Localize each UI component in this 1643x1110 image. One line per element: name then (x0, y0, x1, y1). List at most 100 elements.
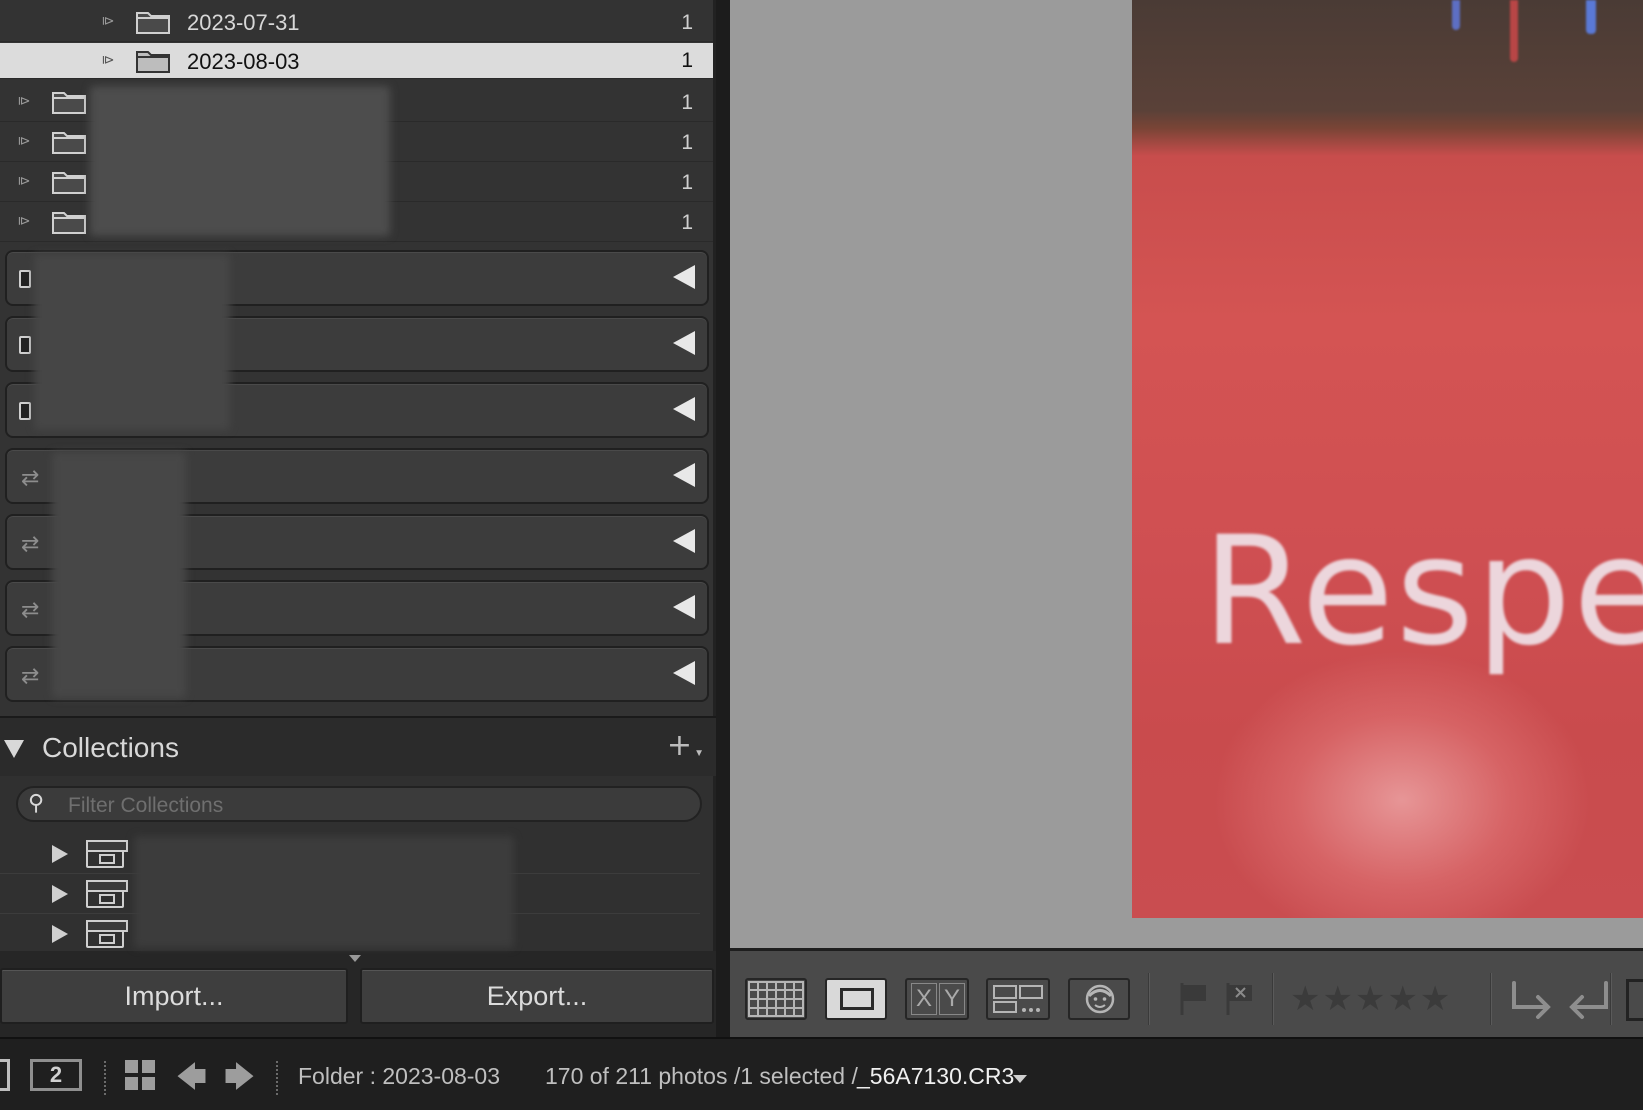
survey-view-button[interactable] (986, 978, 1050, 1020)
filter-collections-box[interactable]: ⚲ (16, 786, 702, 822)
face-icon (1085, 984, 1115, 1014)
photo-count-label: 170 of 211 photos /1 selected / (545, 1063, 858, 1089)
chevron-down-icon: ▼ (694, 748, 704, 759)
expand-triangle-icon[interactable] (52, 925, 68, 943)
folders-panel: ⧐ 2023-07-31 1 ⧐ 2023-08-03 1 ⧐ 1 ⧐ 1 ⧐ … (0, 0, 716, 716)
grid-view-button[interactable] (745, 978, 807, 1020)
folder-name: 2023-08-03 (187, 49, 300, 74)
collection-set-icon (86, 920, 128, 948)
folder-icon (52, 92, 86, 114)
collection-set-icon (86, 840, 128, 868)
compare-view-button[interactable]: X Y (905, 978, 969, 1020)
collapse-arrow-icon[interactable] (673, 529, 695, 553)
export-button[interactable]: Export... (360, 968, 714, 1024)
redacted-area (34, 254, 230, 430)
grid-icon (748, 981, 804, 1017)
photo-preview[interactable]: Respec (1132, 0, 1643, 918)
collections-header[interactable]: Collections + ▼ (0, 716, 716, 776)
photo-detail (1510, 0, 1518, 62)
folder-icon (52, 212, 86, 234)
source-folder-label[interactable]: Folder : 2023-08-03 (298, 1063, 500, 1090)
people-view-button[interactable] (1068, 978, 1130, 1020)
photo-sign-text: Respec (1202, 505, 1643, 679)
arrow-left-icon[interactable]: 🡄 (176, 1055, 207, 1106)
collections-title: Collections (42, 732, 179, 763)
folder-row-2023-07-31[interactable]: ⧐ 2023-07-31 1 (0, 2, 713, 42)
disclosure-icon[interactable]: ⧐ (16, 94, 32, 110)
collapse-arrow-icon[interactable] (673, 331, 695, 355)
survey-icon (993, 985, 1043, 1013)
loupe-icon (840, 988, 874, 1010)
folder-icon (52, 172, 86, 194)
collapse-arrow-icon[interactable] (673, 595, 695, 619)
star-rating-icon[interactable]: ★★★★★ (1290, 979, 1452, 1019)
primary-display-icon[interactable] (0, 1059, 10, 1091)
collapse-triangle-icon[interactable] (4, 740, 24, 758)
loupe-view: Respec (730, 0, 1643, 948)
collapse-arrow-icon[interactable] (673, 265, 695, 289)
photo-detail (1586, 0, 1596, 34)
arrow-right-icon[interactable]: 🡆 (224, 1055, 255, 1106)
sync-icon: ⇄ (21, 598, 40, 623)
panel-resize-caret-icon[interactable] (349, 955, 361, 962)
add-collection-button[interactable]: + (667, 728, 692, 763)
folder-count: 1 (681, 11, 693, 34)
folder-count: 1 (681, 171, 693, 194)
folder-icon (136, 51, 170, 73)
rotate-left-icon[interactable] (1566, 979, 1612, 1021)
collapse-arrow-icon[interactable] (673, 463, 695, 487)
view-toolbar: X Y ★★★★★ (730, 948, 1643, 1037)
photo-detail (1452, 0, 1460, 30)
folder-row-2023-08-03[interactable]: ⧐ 2023-08-03 1 (0, 43, 713, 79)
flag-pick-icon[interactable] (1178, 981, 1210, 1017)
import-button[interactable]: Import... (0, 968, 348, 1024)
collapse-arrow-icon[interactable] (673, 397, 695, 421)
toolbar-separator (276, 1061, 278, 1095)
filmstrip-bar: 2 🡄 🡆 Folder : 2023-08-03 170 of 211 pho… (0, 1037, 1643, 1110)
collection-set-icon (86, 880, 128, 908)
flag-reject-icon[interactable] (1224, 981, 1256, 1017)
filter-collections-input[interactable] (68, 793, 668, 819)
disclosure-icon[interactable]: ⧐ (16, 174, 32, 190)
compare-x-label: X (911, 983, 937, 1015)
redacted-area (134, 836, 514, 948)
sync-icon: ⇄ (21, 664, 40, 689)
crop-icon[interactable] (1626, 979, 1643, 1021)
compare-y-label: Y (939, 983, 965, 1015)
drive-icon (19, 402, 31, 420)
disclosure-icon[interactable]: ⧐ (100, 53, 116, 69)
loupe-view-button[interactable] (825, 978, 887, 1020)
sync-icon: ⇄ (21, 532, 40, 557)
folder-name: 2023-07-31 (187, 10, 300, 35)
toolbar-separator (1610, 973, 1612, 1025)
folder-count: 1 (681, 49, 693, 72)
expand-triangle-icon[interactable] (52, 845, 68, 863)
photo-highlight (1212, 650, 1592, 918)
disclosure-icon[interactable]: ⧐ (100, 14, 116, 30)
search-icon[interactable]: ⚲ (28, 791, 44, 816)
sync-icon: ⇄ (21, 466, 40, 491)
toolbar-separator (104, 1061, 106, 1095)
redacted-area (90, 86, 390, 236)
toolbar-separator (1272, 973, 1274, 1025)
redacted-area (52, 452, 186, 698)
rotate-right-icon[interactable] (1508, 979, 1554, 1021)
left-panel: ⧐ 2023-07-31 1 ⧐ 2023-08-03 1 ⧐ 1 ⧐ 1 ⧐ … (0, 0, 716, 1037)
expand-triangle-icon[interactable] (52, 885, 68, 903)
toolbar-separator (1490, 973, 1492, 1025)
collapse-arrow-icon[interactable] (673, 661, 695, 685)
secondary-display-button[interactable]: 2 (30, 1059, 82, 1091)
folder-icon (136, 12, 170, 34)
disclosure-icon[interactable]: ⧐ (16, 214, 32, 230)
grid-view-icon[interactable] (124, 1059, 156, 1091)
folder-count: 1 (681, 211, 693, 234)
collections-list: ⚲ (0, 776, 716, 951)
toolbar-separator (1148, 973, 1150, 1025)
folder-count: 1 (681, 91, 693, 114)
disclosure-icon[interactable]: ⧐ (16, 134, 32, 150)
folder-icon (52, 132, 86, 154)
chevron-down-icon[interactable] (1013, 1075, 1027, 1083)
drive-icon (19, 270, 31, 288)
drive-icon (19, 336, 31, 354)
selected-filename[interactable]: _56A7130.CR3 (857, 1063, 1014, 1090)
